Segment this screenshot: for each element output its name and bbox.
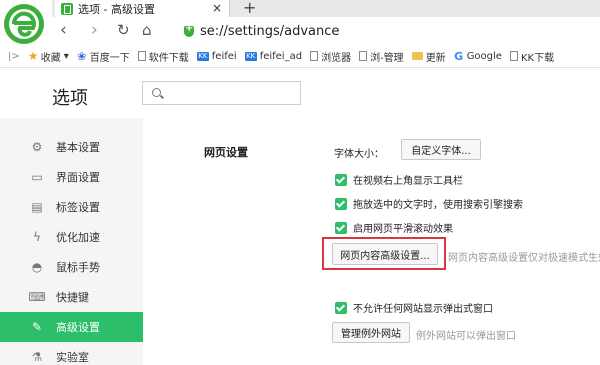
bookmark-label: 百度一下 bbox=[89, 52, 130, 64]
search-icon bbox=[152, 88, 161, 97]
mouse-icon: ◓ bbox=[31, 260, 43, 274]
flask-icon: ⚗ bbox=[31, 350, 43, 364]
bookmark-browser[interactable]: 浏览器 bbox=[310, 49, 351, 64]
sidebar-item-tabs[interactable]: ▤ 标签设置 bbox=[0, 192, 143, 222]
bookmark-label: 浏览器 bbox=[321, 52, 352, 64]
bookmark-software-download[interactable]: 软件下载 bbox=[137, 49, 189, 64]
gear-icon: ⚙ bbox=[31, 140, 43, 154]
checkbox-checked-icon[interactable] bbox=[335, 221, 347, 234]
manage-exceptions-button[interactable]: 管理例外网站 bbox=[332, 322, 410, 343]
url-text[interactable]: se://settings/advance bbox=[200, 24, 339, 39]
bookmark-label: Google bbox=[466, 50, 502, 62]
browser-logo-icon bbox=[4, 4, 44, 44]
folder-icon bbox=[411, 52, 423, 60]
sidebar-item-label: 优化加速 bbox=[56, 231, 100, 244]
tab-title: 选项 - 高级设置 bbox=[78, 2, 155, 16]
forward-button[interactable]: › bbox=[91, 21, 98, 39]
tabs-icon: ▤ bbox=[31, 200, 43, 214]
checkbox-checked-icon[interactable] bbox=[335, 301, 347, 314]
checkbox-checked-icon[interactable] bbox=[335, 173, 347, 186]
bookmark-label: KK下载 bbox=[520, 52, 555, 64]
sidebar-item-label: 快捷键 bbox=[56, 291, 89, 304]
reload-button[interactable]: ↻ bbox=[117, 21, 130, 39]
search-input[interactable] bbox=[142, 81, 301, 105]
navigation-bar: ‹ › ↻ ⌂ se://settings/advance bbox=[0, 17, 600, 45]
window-icon: ▭ bbox=[31, 170, 43, 184]
bookmark-feifei[interactable]: KK feifei bbox=[196, 50, 237, 62]
bookmark-browser-admin[interactable]: 浏-管理 bbox=[359, 49, 404, 64]
sidebar-item-shortcuts[interactable]: ⌨ 快捷键 bbox=[0, 282, 143, 312]
bookmark-baidu[interactable]: ❀ 百度一下 bbox=[77, 49, 130, 64]
bookmark-label: feifei bbox=[211, 50, 237, 62]
wrench-icon: ✎ bbox=[31, 320, 43, 334]
advanced-settings-hint: 网页内容高级设置仅对极速模式生效 bbox=[448, 253, 600, 264]
keyboard-icon: ⌨ bbox=[28, 290, 46, 304]
highlight-box bbox=[322, 237, 446, 270]
sidebar-item-lab[interactable]: ⚗ 实验室 bbox=[0, 342, 143, 365]
bookmark-label: 更新 bbox=[425, 52, 446, 64]
font-size-label: 字体大小： bbox=[334, 149, 384, 160]
checkbox-video-toolbar[interactable]: 在视频右上角显示工具栏 bbox=[335, 172, 463, 187]
address-bar[interactable]: se://settings/advance bbox=[172, 20, 600, 42]
security-shield-icon bbox=[184, 23, 194, 37]
bookmark-google[interactable]: G Google bbox=[454, 51, 502, 62]
sidebar-item-label: 标签设置 bbox=[56, 201, 100, 214]
page-icon bbox=[310, 51, 319, 61]
bookmark-update[interactable]: 更新 bbox=[411, 49, 446, 64]
tab-settings[interactable]: 选项 - 高级设置 × bbox=[55, 0, 230, 17]
sidebar-item-label: 基本设置 bbox=[56, 141, 100, 154]
bookmarks-toggle[interactable]: |> bbox=[8, 51, 20, 62]
sidebar-item-interface[interactable]: ▭ 界面设置 bbox=[0, 162, 143, 192]
sidebar-item-label: 实验室 bbox=[56, 351, 89, 364]
bookmarks-bar: |> ★ 收藏 ▾ ❀ 百度一下 软件下载 KK feifei KK feife… bbox=[0, 45, 600, 68]
checkbox-block-popups[interactable]: 不允许任何网站显示弹出式窗口 bbox=[335, 300, 493, 315]
new-tab-button[interactable]: + bbox=[243, 0, 256, 17]
settings-favicon-icon bbox=[61, 2, 73, 15]
checkbox-label: 拖放选中的文字时，使用搜索引擎搜索 bbox=[353, 200, 523, 211]
bookmark-feifei-ad[interactable]: KK feifei_ad bbox=[244, 50, 303, 62]
browser-logo[interactable] bbox=[0, 0, 52, 52]
bookmark-kk-download[interactable]: KK下载 bbox=[509, 49, 555, 64]
checkbox-checked-icon[interactable] bbox=[335, 197, 347, 210]
sidebar-item-optimize[interactable]: ϟ 优化加速 bbox=[0, 222, 143, 252]
page-icon bbox=[509, 51, 518, 61]
sidebar-item-advanced[interactable]: ✎ 高级设置 bbox=[0, 312, 143, 342]
back-button[interactable]: ‹ bbox=[60, 21, 67, 39]
tab-close-icon[interactable]: × bbox=[212, 1, 222, 15]
bookmark-label: feifei_ad bbox=[259, 50, 303, 62]
sidebar-item-basic[interactable]: ⚙ 基本设置 bbox=[0, 132, 143, 162]
google-icon: G bbox=[454, 49, 464, 63]
checkbox-drag-search[interactable]: 拖放选中的文字时，使用搜索引擎搜索 bbox=[335, 196, 523, 211]
kk-icon: KK bbox=[244, 51, 257, 61]
sidebar-item-label: 界面设置 bbox=[56, 171, 100, 184]
sidebar-item-mouse-gestures[interactable]: ◓ 鼠标手势 bbox=[0, 252, 143, 282]
star-icon: ★ bbox=[27, 48, 39, 63]
exceptions-hint: 例外网站可以弹出窗口 bbox=[416, 331, 516, 342]
checkbox-label: 在视频右上角显示工具栏 bbox=[353, 176, 463, 187]
sidebar-item-label: 高级设置 bbox=[56, 321, 100, 334]
bolt-icon: ϟ bbox=[33, 230, 41, 244]
home-button[interactable]: ⌂ bbox=[142, 21, 152, 39]
page-icon bbox=[137, 51, 146, 61]
checkbox-label: 启用网页平滑滚动效果 bbox=[353, 224, 453, 235]
section-title-webpage: 网页设置 bbox=[204, 146, 248, 159]
bookmark-label: 软件下载 bbox=[148, 52, 189, 64]
sidebar-item-label: 鼠标手势 bbox=[56, 261, 100, 274]
page-title: 选项 bbox=[52, 88, 88, 109]
checkbox-label: 不允许任何网站显示弹出式窗口 bbox=[353, 304, 493, 315]
custom-font-button[interactable]: 自定义字体... bbox=[401, 139, 481, 160]
checkbox-smooth-scroll[interactable]: 启用网页平滑滚动效果 bbox=[335, 220, 453, 235]
page-icon bbox=[359, 51, 368, 61]
settings-sidebar: ⚙ 基本设置 ▭ 界面设置 ▤ 标签设置 ϟ 优化加速 ◓ 鼠标手势 ⌨ 快捷键… bbox=[0, 118, 143, 365]
bookmark-label: 浏-管理 bbox=[370, 52, 404, 64]
chevron-down-icon: ▾ bbox=[63, 50, 69, 62]
kk-icon: KK bbox=[196, 51, 209, 61]
paw-icon: ❀ bbox=[77, 49, 87, 63]
